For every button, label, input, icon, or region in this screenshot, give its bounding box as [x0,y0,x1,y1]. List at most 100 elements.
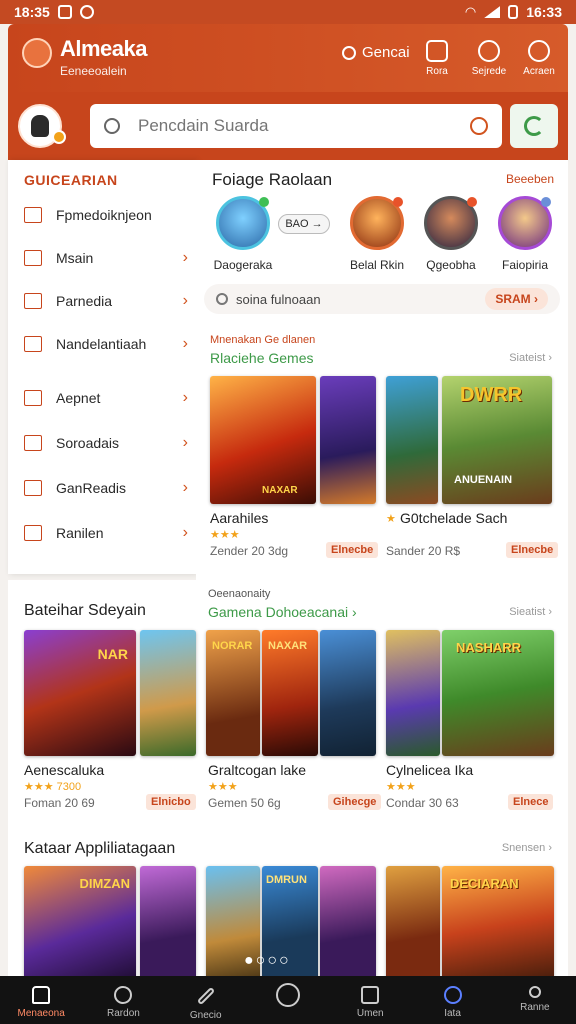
header-button-account[interactable]: Acraen [516,40,562,77]
section-more-label: Siateist [509,352,546,364]
game-cover-art[interactable]: NAXAR [262,630,318,756]
search-icon [342,45,356,60]
game-cover-art[interactable]: NAXAR [210,376,316,504]
header-button-settings[interactable]: Sejrede [466,40,512,77]
game-cover-art[interactable] [386,866,440,976]
story-item[interactable]: Daogeraka [212,196,274,272]
game-tag[interactable]: Elnece [508,794,554,810]
section-kicker: Mnenakan Ge dlanen [210,334,316,346]
square-icon [24,525,42,541]
game-cover-art[interactable] [140,630,196,756]
search-input[interactable] [138,116,438,136]
chevron-right-icon: › [182,434,188,451]
sidebar-item-3[interactable]: Parnedia › [24,286,188,316]
game-cover-art[interactable]: DIMZAN [24,866,136,976]
nav-center[interactable] [247,976,329,1024]
shield-icon [24,293,42,309]
game-title[interactable]: Aarahiles [210,510,268,526]
game-cover-art[interactable] [320,630,376,756]
game-title[interactable]: Cylnelicea Ika [386,762,473,778]
star-rating: ★ [386,513,396,525]
star-rating: ★★★ 7300 [24,781,82,793]
section-title: Bateihar Sdeyain [24,602,146,619]
profile-icon [528,40,550,62]
cover-title: NASHARR [456,640,521,655]
story-item[interactable]: Faiopiria [494,196,556,272]
header-button-rora[interactable]: Rora [414,40,460,77]
status-bar: 18:35 ◠ 16:33 [0,0,576,24]
section-more-link[interactable]: Sieatist › [509,606,552,618]
nav-home[interactable]: Menaeona [0,976,82,1024]
nav-label: Umen [356,1008,384,1019]
story-avatar [424,196,478,250]
signal-icon [484,6,501,18]
game-tag[interactable]: Gihecge [328,794,382,810]
nav-label: Menaeona [17,1008,65,1019]
game-title[interactable]: G0tchelade Sach [400,510,507,526]
story-pill-button[interactable]: BAO → [278,214,330,234]
game-title[interactable]: Aenescaluka [24,762,104,778]
nav-edit[interactable]: Gnecio [165,976,247,1024]
chevron-right-icon: › [182,335,188,352]
refresh-button[interactable] [510,104,558,148]
nav-settings[interactable]: Rardon [82,976,164,1024]
story-item[interactable]: Qgeobha [420,196,482,272]
game-tag[interactable]: Elnecbe [506,542,559,558]
sidebar-item-7[interactable]: GanReadis › [24,473,188,503]
search-icon [104,118,120,134]
section-title: Kataar Appliliatagaan [24,840,176,857]
game-cover-art[interactable] [386,630,440,756]
section-more-link[interactable]: Siateist › [509,352,552,364]
status-time: 18:35 [14,4,50,20]
nav-profile[interactable]: Ranne [494,976,576,1024]
game-cover-art[interactable]: NORAR [206,630,260,756]
search-bar [90,104,502,148]
game-cover-art[interactable] [320,376,376,504]
nav-power[interactable]: Iata [411,976,493,1024]
gear-icon [478,40,500,62]
featured-title: Foiage Raolaan [212,170,333,189]
wifi-icon: ◠ [464,4,477,19]
header-search-button[interactable]: Gencai [342,44,410,61]
sidebar-item-label: Ranilen [56,525,104,541]
game-cover-art[interactable]: DWRR ANUENAIN [442,376,552,504]
game-tag[interactable]: Elnecbe [326,542,379,558]
square-icon [24,250,42,266]
game-title[interactable]: Graltcogan lake [208,762,306,778]
sidebar-item-1[interactable]: Fpmedoiknjeon [24,200,188,230]
nav-menu[interactable]: Umen [329,976,411,1024]
sidebar-item-4[interactable]: Nandelantiaah › [24,329,188,359]
game-cover-art[interactable] [320,866,376,976]
section-more-label: Sieatist [509,606,546,618]
sidebar-item-5[interactable]: Aepnet › [24,383,188,413]
section-more-link[interactable]: Snensen › [502,842,552,854]
game-cover-art[interactable]: NASHARR [442,630,554,756]
story-label: Daogeraka [213,258,273,272]
game-cover-art[interactable]: DECIARAN [442,866,554,976]
featured-search-bar[interactable]: soina fulnoaan SRAM › [204,284,560,314]
sidebar-item-6[interactable]: Soroadais › [24,428,188,458]
story-item[interactable]: Belal Rkin [346,196,408,272]
section-more-label: Snensen [501,842,546,854]
cover-title: NAR [97,646,128,662]
game-cover-art[interactable]: NAR [24,630,136,756]
sidebar-item-2[interactable]: Msain › [24,243,188,273]
featured-search-button[interactable]: SRAM › [485,288,548,310]
cover-title: NAXAR [268,640,308,652]
pill-label: BAO [285,218,309,230]
bottom-navigation: Menaeona Rardon Gnecio Umen Iata Ranne [0,976,576,1024]
game-cover-art[interactable] [386,376,438,504]
carousel-dots[interactable]: ●○○○ [244,952,291,970]
featured-see-all-link[interactable]: Beeeben [506,172,554,186]
cover-title: DIMZAN [79,876,130,891]
sidebar-item-8[interactable]: Ranilen › [24,518,188,548]
games-section-3: Kataar Appliliatagaan Snensen › DIMZAN D… [8,828,568,976]
story-avatar [498,196,552,250]
avatar[interactable] [18,104,66,148]
games-section-2: Bateihar Sdeyain Oeenaonaity Gamena Doho… [8,580,568,828]
game-tag[interactable]: Elnicbo [146,794,196,810]
game-cover-art[interactable] [140,866,196,976]
brand-logo-icon[interactable] [22,38,52,68]
clock-icon [275,983,300,1007]
search-submit-icon[interactable] [470,117,488,135]
